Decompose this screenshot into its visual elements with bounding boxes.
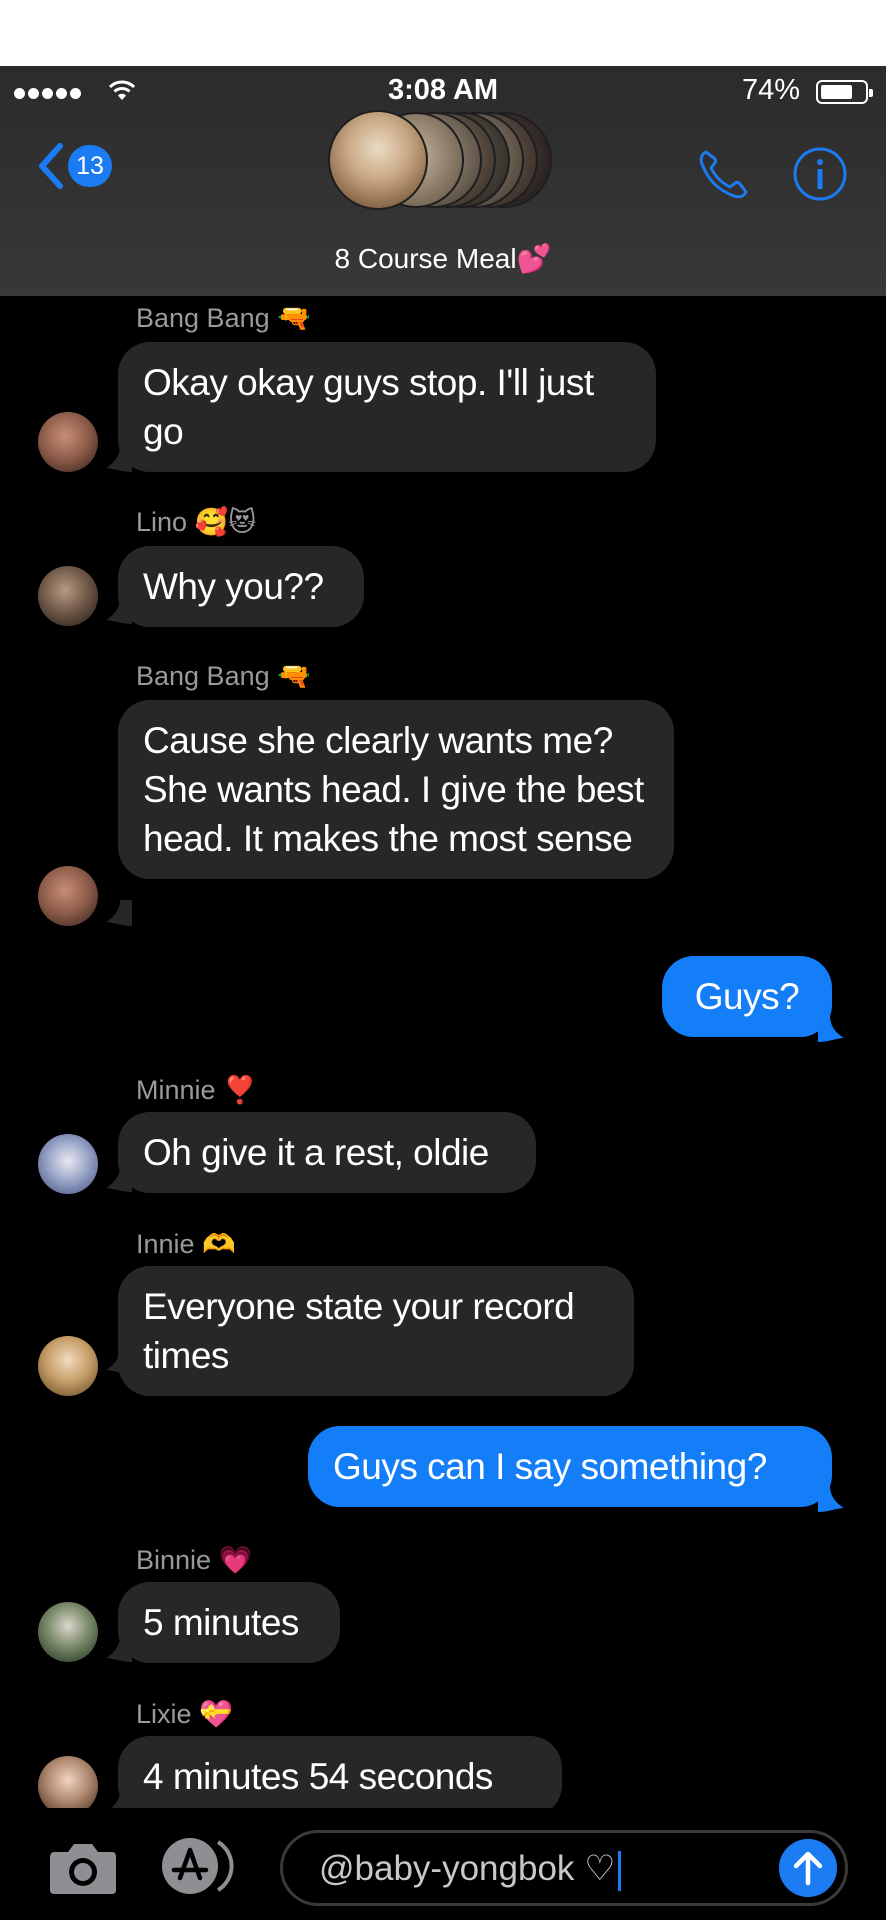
info-icon[interactable] [792, 146, 848, 202]
avatar [38, 1134, 98, 1194]
group-name[interactable]: 8 Course Meal💕 [0, 242, 886, 275]
message-bubble[interactable]: Cause she clearly wants me? She wants he… [118, 700, 674, 879]
sender-name: Lino 🥰😻 [136, 507, 257, 537]
avatar [38, 1602, 98, 1662]
sender-name: Innie 🫶 [136, 1229, 236, 1259]
battery-icon [816, 80, 873, 104]
avatar [38, 412, 98, 472]
app-store-icon[interactable] [160, 1836, 242, 1896]
avatar [38, 866, 98, 926]
battery-percent: 74% [741, 74, 800, 106]
avatar [38, 1756, 98, 1816]
top-strip [0, 0, 886, 66]
sender-name: Bang Bang 🔫 [136, 303, 311, 333]
text-cursor [617, 1850, 621, 1891]
message-bubble[interactable]: 5 minutes [118, 1582, 340, 1663]
message-input[interactable]: @baby-yongbok ♡ [280, 1830, 848, 1906]
avatar [38, 566, 98, 626]
sender-name: Binnie 💗 [136, 1545, 253, 1575]
camera-icon[interactable] [48, 1838, 118, 1896]
phone-icon[interactable] [696, 146, 752, 202]
message-bubble[interactable]: Guys? [662, 956, 832, 1037]
avatar [38, 1336, 98, 1396]
message-bubble[interactable]: Oh give it a rest, oldie [118, 1112, 536, 1193]
status-bar: 3:08 AM 74% [0, 66, 886, 114]
sender-name: Lixie 💝 [136, 1699, 233, 1729]
sender-name: Bang Bang 🔫 [136, 661, 311, 691]
message-bubble[interactable]: Everyone state your record times [118, 1266, 634, 1396]
message-bubble[interactable]: Guys can I say something? [308, 1426, 832, 1507]
unread-count-badge: 13 [68, 145, 112, 187]
group-avatar-stack[interactable] [328, 110, 558, 210]
back-chevron-icon [39, 143, 63, 189]
send-arrow-icon[interactable] [779, 1839, 837, 1897]
message-input-text: @baby-yongbok ♡ [319, 1849, 621, 1891]
message-bubble[interactable]: 4 minutes 54 seconds [118, 1736, 562, 1817]
conversation-header: 3:08 AM 74% 13 8 Course Meal💕 [0, 66, 886, 296]
bubble-tail [106, 900, 132, 926]
back-button[interactable]: 13 [36, 142, 112, 190]
avatar [328, 110, 428, 210]
message-bubble[interactable]: Okay okay guys stop. I'll just go [118, 342, 656, 472]
sender-name: Minnie ❣️ [136, 1075, 257, 1105]
message-bubble[interactable]: Why you?? [118, 546, 364, 627]
